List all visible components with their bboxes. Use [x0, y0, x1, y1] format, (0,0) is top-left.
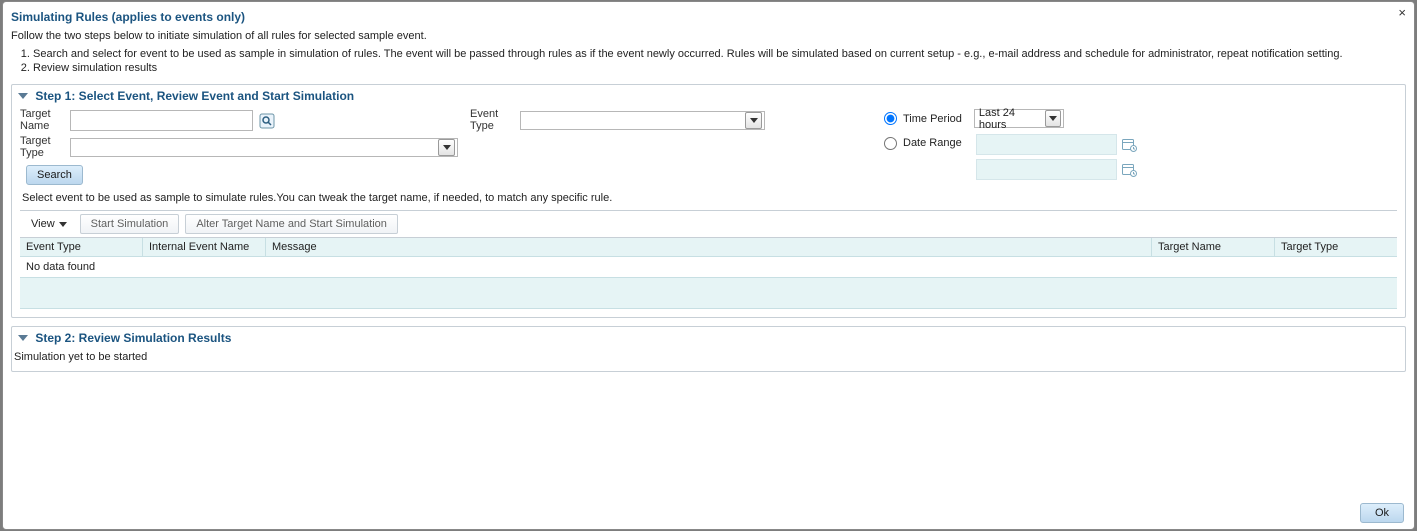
no-data-text: No data found: [20, 257, 1397, 278]
lookup-icon[interactable]: [259, 113, 275, 129]
col-target-name[interactable]: Target Name: [1152, 238, 1275, 257]
date-to-line: [976, 159, 1137, 180]
view-menu[interactable]: View: [24, 215, 74, 233]
step2-body: Simulation yet to be started: [12, 351, 1405, 371]
step2-panel: Step 2: Review Simulation Results Simula…: [11, 326, 1406, 372]
intro-text: Follow the two steps below to initiate s…: [9, 30, 1408, 46]
chevron-down-icon[interactable]: [1045, 110, 1061, 127]
date-range-row: Date Range: [884, 134, 1397, 180]
disclosure-triangle-icon[interactable]: [18, 93, 28, 99]
date-range-inputs: [976, 134, 1137, 180]
events-table-body: No data found: [20, 257, 1397, 309]
ok-button[interactable]: Ok: [1360, 503, 1404, 523]
chevron-down-icon[interactable]: [745, 112, 762, 129]
view-menu-label: View: [31, 218, 55, 230]
col-target-type[interactable]: Target Type: [1275, 238, 1398, 257]
event-type-select[interactable]: [520, 111, 765, 130]
date-range-radio[interactable]: [884, 137, 897, 150]
step1-body: Target Name: [12, 109, 1405, 317]
step1-form-grid: Target Name: [20, 109, 1397, 186]
step1-table-toolbar: View Start Simulation Alter Target Name …: [20, 210, 1397, 238]
col-internal-event-name[interactable]: Internal Event Name: [143, 238, 266, 257]
close-icon[interactable]: ×: [1398, 6, 1406, 19]
step2-header-text: Step 2: Review Simulation Results: [35, 331, 231, 345]
target-name-label-line2: Name: [20, 121, 68, 133]
date-to-input[interactable]: [976, 159, 1117, 180]
dialog-footer: Ok: [1360, 503, 1404, 523]
time-period-label[interactable]: Time Period: [903, 113, 962, 125]
time-period-row: Time Period Last 24 hours: [884, 109, 1397, 128]
step2-header[interactable]: Step 2: Review Simulation Results: [12, 327, 1405, 351]
date-picker-icon[interactable]: [1121, 162, 1137, 178]
intro-steps-list: Search and select for event to be used a…: [33, 48, 1408, 76]
time-period-select[interactable]: Last 24 hours: [974, 109, 1064, 128]
target-name-label: Target Name: [20, 109, 70, 132]
target-type-label-line2: Type: [20, 148, 68, 160]
step1-right-column: Time Period Last 24 hours Date Range: [880, 109, 1397, 186]
event-type-label: Event Type: [470, 109, 520, 132]
date-from-input[interactable]: [976, 134, 1117, 155]
step1-panel: Step 1: Select Event, Review Event and S…: [11, 84, 1406, 318]
disclosure-triangle-icon[interactable]: [18, 335, 28, 341]
col-message[interactable]: Message: [266, 238, 1152, 257]
search-button[interactable]: Search: [26, 165, 83, 185]
time-period-value: Last 24 hours: [979, 107, 1041, 131]
start-simulation-button[interactable]: Start Simulation: [80, 214, 180, 234]
alter-target-start-simulation-button[interactable]: Alter Target Name and Start Simulation: [185, 214, 398, 234]
target-type-label-line1: Target: [20, 136, 68, 148]
events-table-header-row: Event Type Internal Event Name Message T…: [20, 238, 1397, 257]
date-from-line: [976, 134, 1137, 155]
step1-header-text: Step 1: Select Event, Review Event and S…: [35, 89, 354, 103]
date-picker-icon[interactable]: [1121, 137, 1137, 153]
table-empty-row: No data found: [20, 257, 1397, 278]
step1-header[interactable]: Step 1: Select Event, Review Event and S…: [12, 85, 1405, 109]
date-range-label[interactable]: Date Range: [903, 137, 962, 149]
step1-left-column: Target Name: [20, 109, 460, 185]
step1-middle-column: Event Type: [470, 109, 870, 136]
time-period-radio[interactable]: [884, 112, 897, 125]
target-name-input[interactable]: [70, 110, 253, 131]
intro-step-1: Search and select for event to be used a…: [33, 48, 1408, 62]
event-type-row: Event Type: [470, 109, 870, 132]
intro-step-2: Review simulation results: [33, 62, 1408, 76]
target-type-label: Target Type: [20, 136, 70, 159]
step1-helper-text: Select event to be used as sample to sim…: [22, 192, 1397, 204]
events-table: Event Type Internal Event Name Message T…: [20, 238, 1397, 309]
chevron-down-icon[interactable]: [438, 139, 455, 156]
target-name-row: Target Name: [20, 109, 460, 132]
target-type-row: Target Type: [20, 136, 460, 159]
events-table-head: Event Type Internal Event Name Message T…: [20, 238, 1397, 257]
target-type-select[interactable]: [70, 138, 458, 157]
step2-status-text: Simulation yet to be started: [14, 351, 147, 363]
chevron-down-icon: [59, 218, 67, 230]
table-pad-row: [20, 278, 1397, 309]
target-name-label-line1: Target: [20, 109, 68, 121]
dialog-title: Simulating Rules (applies to events only…: [9, 8, 1408, 30]
simulating-rules-dialog: × Simulating Rules (applies to events on…: [2, 1, 1415, 530]
col-event-type[interactable]: Event Type: [20, 238, 143, 257]
